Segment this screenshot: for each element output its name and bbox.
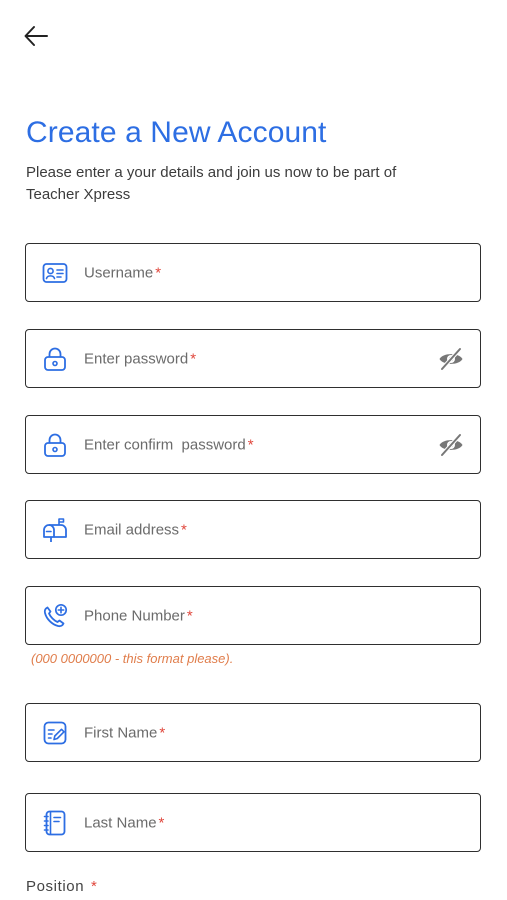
position-label: Position *	[26, 878, 98, 895]
phone-field[interactable]: Phone Number *	[25, 586, 481, 645]
first-name-field[interactable]: First Name *	[25, 703, 481, 762]
back-button[interactable]	[20, 20, 52, 52]
phone-format-hint: (000 0000000 - this format please).	[31, 651, 234, 666]
last-name-field[interactable]: Last Name *	[25, 793, 481, 852]
email-field[interactable]: Email address *	[25, 500, 481, 559]
arrow-left-icon	[24, 26, 48, 46]
confirm-password-field[interactable]: Enter confirm password *	[25, 415, 481, 474]
eye-off-icon[interactable]	[436, 430, 466, 460]
eye-off-icon[interactable]	[436, 344, 466, 374]
username-field[interactable]: Username *	[25, 243, 481, 302]
page-title: Create a New Account	[26, 116, 327, 149]
password-field[interactable]: Enter password *	[25, 329, 481, 388]
page-subtitle: Please enter a your details and join us …	[26, 164, 397, 203]
